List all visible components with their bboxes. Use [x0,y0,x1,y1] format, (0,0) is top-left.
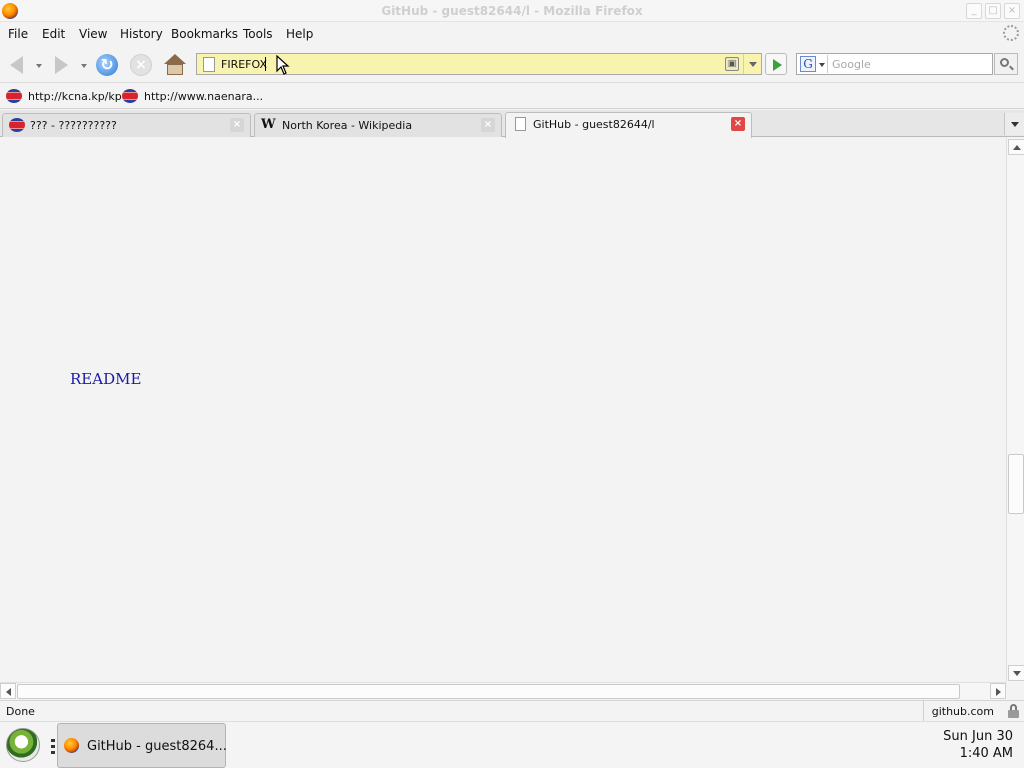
search-box[interactable]: G Google [796,53,993,75]
bookmark-kcna[interactable]: http://kcna.kp/kp [6,89,122,103]
menu-edit[interactable]: Edit [42,27,65,41]
bookmarks-toolbar: http://kcna.kp/kp http://www.naenara... [0,84,1024,109]
menu-tools[interactable]: Tools [243,27,273,41]
search-icon [1000,58,1009,67]
menu-file[interactable]: File [8,27,28,41]
taskbar-grip[interactable] [51,739,55,755]
search-input[interactable]: Google [832,58,871,71]
taskbar-window-firefox[interactable]: GitHub - guest8264... [57,723,227,768]
chevron-left-icon [6,688,11,696]
close-window-button[interactable]: × [1004,3,1020,19]
tab-label: North Korea - Wikipedia [282,119,413,132]
site-identity-icon[interactable]: ▣ [725,57,739,71]
kp-flag-icon [122,89,138,103]
go-arrow-icon [773,59,782,71]
horizontal-scroll-thumb[interactable] [17,684,960,699]
clock-time: 1:40 AM [959,746,1013,761]
menu-history[interactable]: History [120,27,163,41]
chevron-right-icon [996,688,1001,696]
tab-wikipedia[interactable]: W North Korea - Wikipedia × [254,113,502,137]
home-button[interactable] [162,52,188,78]
minimize-button[interactable]: _ [966,3,982,19]
bookmark-naenara[interactable]: http://www.naenara... [122,89,263,103]
stop-icon: × [130,54,152,76]
search-button[interactable] [994,53,1018,75]
page-content: README [0,138,1006,682]
firefox-icon [64,738,79,753]
clock-date: Sun Jun 30 [943,729,1013,744]
vertical-scroll-thumb[interactable] [1008,454,1024,514]
menu-bookmarks[interactable]: Bookmarks [171,27,238,41]
back-history-dropdown[interactable] [36,64,42,68]
home-icon [164,54,186,76]
window-titlebar[interactable]: GitHub - guest82644/l - Mozilla Firefox … [0,0,1024,22]
tab-close-button[interactable]: × [481,118,495,132]
scroll-down-button[interactable] [1008,665,1024,681]
tab-label: GitHub - guest82644/l [533,118,655,131]
status-bar: Done github.com [0,700,1024,721]
chevron-down-icon [1011,122,1019,127]
tab-bar: ??? - ?????????? × W North Korea - Wikip… [0,110,1024,138]
tab-close-button[interactable]: × [731,117,745,131]
tab-list-button[interactable] [1004,113,1024,135]
clock[interactable]: Sun Jun 30 1:40 AM [943,728,1013,762]
tab-close-button[interactable]: × [230,118,244,132]
status-domain: github.com [922,701,1002,721]
tab-kcna[interactable]: ??? - ?????????? × [2,113,251,137]
back-button[interactable] [3,52,29,78]
taskbar: GitHub - guest8264... Sun Jun 30 1:40 AM [0,721,1024,768]
taskbar-window-label: GitHub - guest8264... [87,739,227,754]
maximize-button[interactable]: □ [985,3,1001,19]
google-icon: G [800,56,816,72]
kp-flag-icon [6,89,22,103]
url-input[interactable]: FIREFOX [221,58,267,71]
bookmark-label: http://kcna.kp/kp [28,89,122,103]
search-engine-selector[interactable]: G [798,55,828,73]
reload-icon: ↻ [96,54,118,76]
lock-icon[interactable] [1007,704,1020,718]
menu-view[interactable]: View [79,27,107,41]
vertical-scrollbar[interactable] [1006,138,1024,682]
wikipedia-icon: W [261,117,276,132]
menu-bar: File Edit View History Bookmarks Tools H… [0,23,1024,45]
activity-throbber-icon [1003,25,1019,41]
start-menu-button[interactable] [6,728,40,762]
scroll-left-button[interactable] [0,683,16,699]
chevron-down-icon [819,63,825,67]
tab-label: ??? - ?????????? [30,119,117,132]
status-text: Done [6,705,35,718]
stop-button[interactable]: × [128,52,154,78]
window-title: GitHub - guest82644/l - Mozilla Firefox [381,4,643,18]
page-icon [203,57,215,72]
chevron-up-icon [1013,145,1021,150]
readme-link[interactable]: README [70,370,141,388]
kp-flag-icon [9,118,25,132]
navigation-toolbar: ↻ × FIREFOX ▣ G Google [0,46,1024,83]
forward-button[interactable] [48,52,74,78]
back-arrow-icon [9,56,23,74]
text-caret [265,57,266,71]
bookmark-label: http://www.naenara... [144,89,264,103]
menu-help[interactable]: Help [286,27,313,41]
horizontal-scrollbar[interactable] [0,682,1006,699]
tab-github[interactable]: GitHub - guest82644/l × [505,112,752,138]
page-icon [515,117,526,131]
reload-button[interactable]: ↻ [94,52,120,78]
scroll-right-button[interactable] [990,683,1006,699]
chevron-down-icon [1013,671,1021,676]
scroll-up-button[interactable] [1008,139,1024,155]
forward-arrow-icon [54,56,68,74]
url-history-dropdown[interactable] [743,54,761,74]
go-button[interactable] [765,53,787,75]
forward-history-dropdown[interactable] [81,64,87,68]
